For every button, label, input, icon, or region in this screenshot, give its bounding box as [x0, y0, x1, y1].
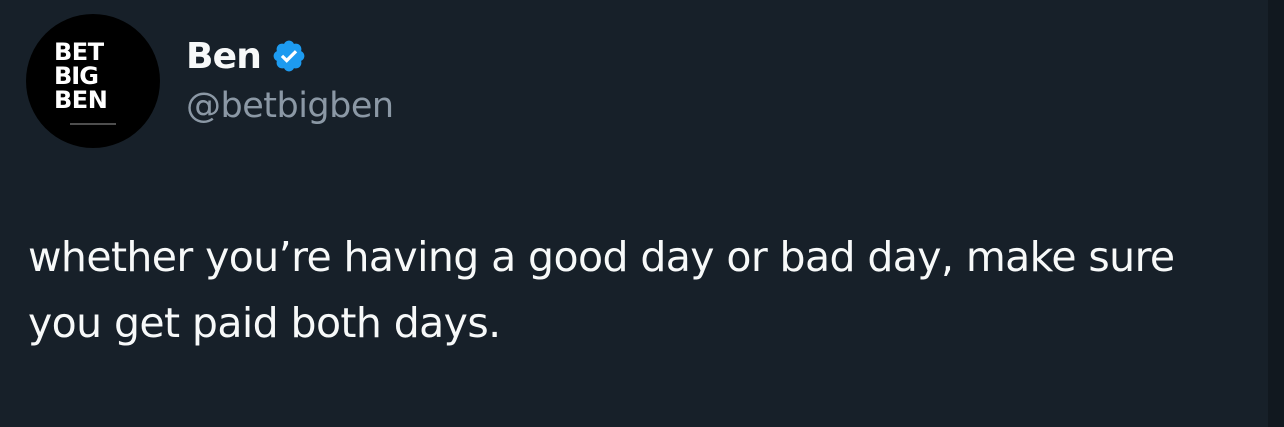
avatar[interactable]: BET BIG BEN: [26, 14, 160, 148]
verified-badge-icon[interactable]: [271, 38, 307, 74]
author-display-name[interactable]: Ben: [186, 36, 262, 77]
author-handle[interactable]: @betbigben: [186, 86, 394, 126]
avatar-tagline-mark: [70, 123, 116, 125]
avatar-logo: BET BIG BEN: [54, 40, 132, 112]
avatar-logo-line-3: BEN: [54, 86, 108, 114]
tweet-card: BET BIG BEN Ben @betbigben whether you’r…: [0, 0, 1284, 427]
avatar-logo-line-1: BET: [54, 38, 104, 66]
avatar-logo-line-2: BIG: [54, 62, 99, 90]
scrollbar-track: [1268, 0, 1284, 427]
author-name-row: Ben: [186, 32, 307, 80]
tweet-text: whether you’re having a good day or bad …: [28, 233, 1175, 347]
